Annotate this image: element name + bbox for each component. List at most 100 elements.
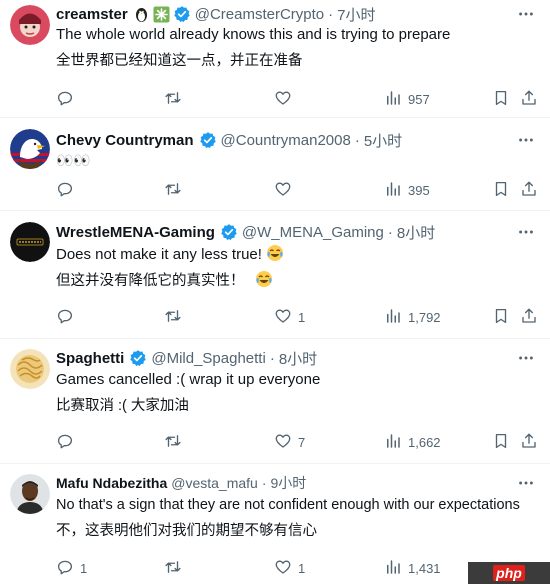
tweet[interactable]: Chevy Countryman @Countryman2008 · 5小时 👀…	[0, 118, 550, 211]
bookmark-button[interactable]	[492, 307, 510, 327]
bookmark-button[interactable]	[492, 432, 510, 452]
reply-button[interactable]	[56, 432, 80, 452]
view-count: 1,431	[408, 560, 441, 576]
view-count: 395	[408, 182, 430, 198]
crying-laughing-emoji	[255, 270, 273, 294]
heart-icon	[274, 432, 292, 453]
verified-badge-icon	[199, 131, 217, 149]
more-options-icon[interactable]	[516, 473, 536, 493]
reply-icon	[56, 89, 74, 110]
handle[interactable]: @Countryman2008	[221, 132, 351, 149]
repost-button[interactable]	[164, 89, 188, 109]
tweet[interactable]: WrestleMENA-Gaming @W_MENA_Gaming · 8小时 …	[0, 211, 550, 339]
views-button[interactable]: 1,662	[384, 432, 441, 452]
verified-badge-icon	[220, 223, 238, 241]
reply-button[interactable]	[56, 180, 80, 200]
tweet-text-line: 👀👀	[56, 152, 91, 168]
like-button[interactable]: 1	[274, 558, 305, 578]
tweet-actions: 395	[56, 180, 536, 200]
like-button[interactable]	[274, 89, 298, 109]
bookmark-icon	[492, 180, 510, 201]
timestamp[interactable]: 5小时	[364, 130, 402, 151]
timestamp[interactable]: 9小时	[271, 473, 307, 493]
bookmark-button[interactable]	[492, 180, 510, 200]
tweet-header: Mafu Ndabezitha @vesta_mafu · 9小时	[56, 473, 306, 493]
repost-button[interactable]	[164, 180, 188, 200]
heart-icon	[274, 558, 292, 579]
share-button[interactable]	[520, 89, 538, 109]
avatar[interactable]	[10, 5, 50, 45]
view-count: 957	[408, 91, 430, 107]
separator-dot: ·	[387, 223, 393, 241]
display-name[interactable]: Spaghetti	[56, 350, 124, 367]
display-name[interactable]: Chevy Countryman	[56, 132, 194, 149]
tweet-text: Does not make it any less true!	[56, 246, 262, 263]
timestamp[interactable]: 8小时	[279, 348, 317, 369]
verified-badge-icon	[129, 349, 147, 367]
repost-button[interactable]	[164, 432, 188, 452]
tweet-text-line: No that's a sign that they are not confi…	[56, 497, 520, 513]
more-options-icon[interactable]	[516, 348, 536, 368]
timestamp[interactable]: 7小时	[337, 4, 375, 25]
like-button[interactable]: 1	[274, 307, 305, 327]
heart-icon	[274, 89, 292, 110]
tweet-text-line: 比赛取消 :( 大家加油	[56, 398, 189, 414]
more-options-icon[interactable]	[516, 4, 536, 24]
view-count: 1,792	[408, 309, 441, 325]
watermark-logo: php	[493, 565, 525, 581]
tweet-header: Spaghetti @Mild_Spaghetti · 8小时	[56, 348, 317, 368]
handle[interactable]: @W_MENA_Gaming	[242, 224, 384, 241]
avatar[interactable]	[10, 474, 50, 514]
reply-icon	[56, 180, 74, 201]
reply-icon	[56, 432, 74, 453]
reply-button[interactable]: 1	[56, 558, 87, 578]
views-button[interactable]: 957	[384, 89, 430, 109]
tweet-actions: 957	[56, 89, 536, 109]
repost-button[interactable]	[164, 558, 188, 578]
tweet[interactable]: Spaghetti @Mild_Spaghetti · 8小时 Games ca…	[0, 339, 550, 464]
bookmark-icon	[492, 89, 510, 110]
share-button[interactable]	[520, 180, 538, 200]
avatar[interactable]	[10, 349, 50, 389]
sparkle-emoji	[153, 6, 170, 23]
separator-dot: ·	[354, 131, 360, 149]
more-options-icon[interactable]	[516, 222, 536, 242]
crying-laughing-emoji	[266, 244, 284, 268]
handle[interactable]: @CreamsterCrypto	[195, 6, 324, 23]
tweet[interactable]: creamster @CreamsterCrypto · 7小时 The who…	[0, 0, 550, 118]
handle[interactable]: @Mild_Spaghetti	[151, 350, 265, 367]
reply-button[interactable]	[56, 307, 80, 327]
share-button[interactable]	[520, 307, 538, 327]
tweet-text-line: Games cancelled :( wrap it up everyone	[56, 371, 321, 388]
repost-icon	[164, 89, 182, 110]
views-chart-icon	[384, 307, 402, 328]
heart-icon	[274, 307, 292, 328]
avatar[interactable]	[10, 129, 50, 169]
repost-button[interactable]	[164, 307, 188, 327]
separator-dot: ·	[328, 5, 334, 23]
avatar[interactable]	[10, 222, 50, 262]
like-button[interactable]: 7	[274, 432, 305, 452]
tweet-text-line: The whole world already knows this and i…	[56, 26, 451, 43]
display-name[interactable]: Mafu Ndabezitha	[56, 475, 167, 491]
views-button[interactable]: 1,431	[384, 558, 441, 578]
handle[interactable]: @vesta_mafu	[171, 475, 258, 491]
views-button[interactable]: 395	[384, 180, 430, 200]
views-button[interactable]: 1,792	[384, 307, 441, 327]
timestamp[interactable]: 8小时	[397, 222, 435, 243]
more-options-icon[interactable]	[516, 130, 536, 150]
reply-button[interactable]	[56, 89, 80, 109]
view-count: 1,662	[408, 434, 441, 450]
verified-badge-icon	[173, 5, 191, 23]
share-icon	[520, 180, 538, 201]
tweet-text: 但这并没有降低它的真实性！	[56, 273, 245, 289]
tweet-actions: 1 1,792	[56, 307, 536, 327]
like-count: 1	[298, 309, 306, 325]
bookmark-button[interactable]	[492, 89, 510, 109]
display-name[interactable]: creamster	[56, 6, 128, 23]
like-button[interactable]	[274, 180, 298, 200]
display-name[interactable]: WrestleMENA-Gaming	[56, 224, 215, 241]
site-watermark: php	[468, 562, 550, 584]
views-chart-icon	[384, 558, 402, 579]
share-button[interactable]	[520, 432, 538, 452]
